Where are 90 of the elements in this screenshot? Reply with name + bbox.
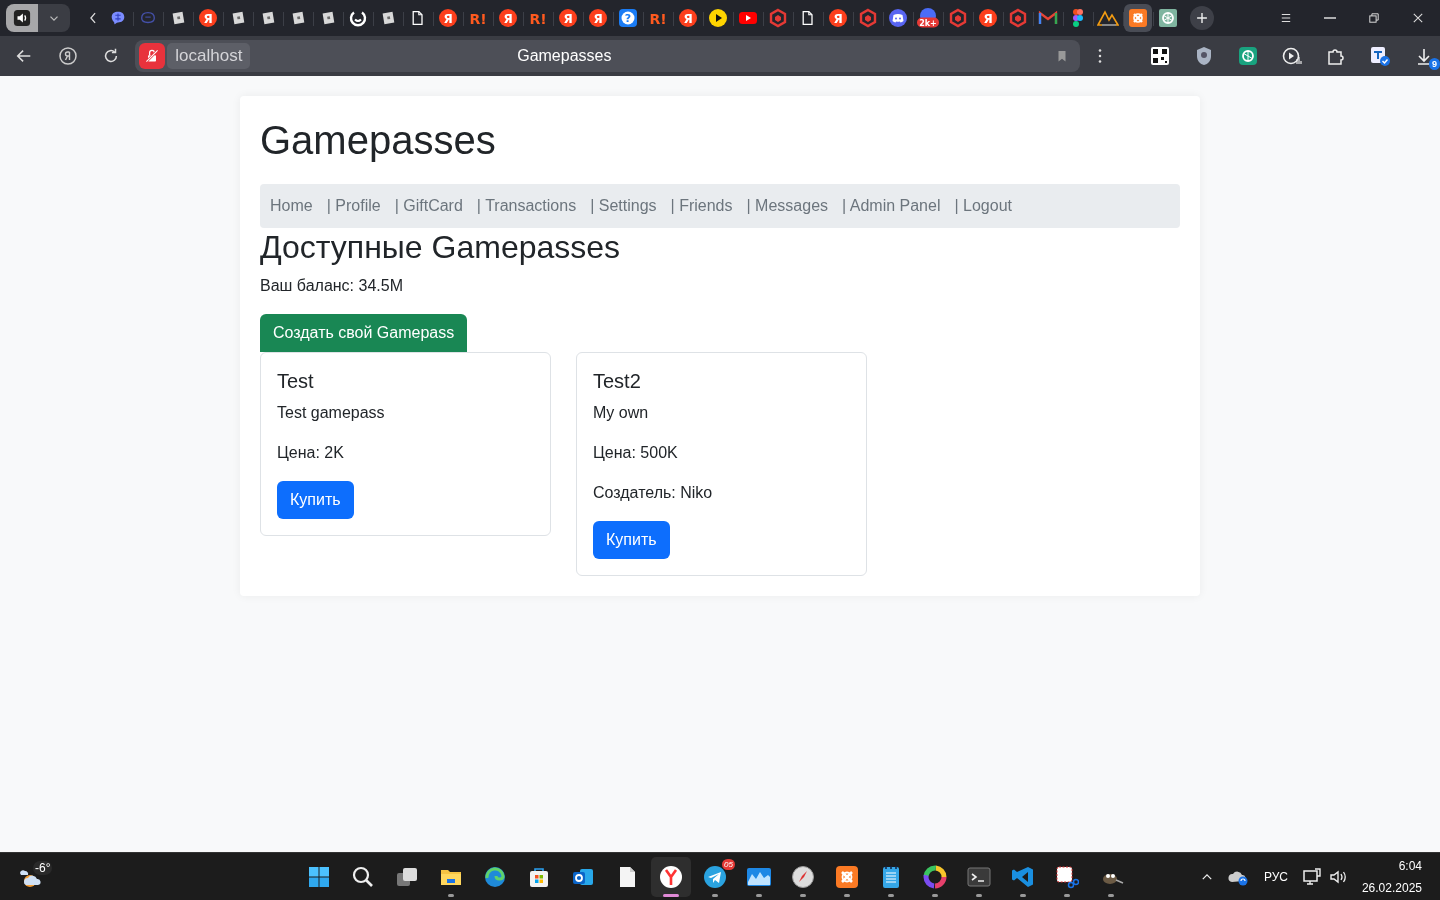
notepad-icon: [881, 865, 901, 889]
gamepass-price: Цена: 500K: [593, 443, 679, 463]
nav-link[interactable]: | Profile: [319, 197, 388, 215]
snipping-icon: [1055, 865, 1079, 889]
taskbar-app[interactable]: [651, 857, 691, 897]
menu-icon: [1279, 11, 1293, 25]
letter-circle-icon: [57, 46, 78, 66]
notification-badge: 05: [722, 859, 735, 870]
balance-text: Ваш баланс: 34.5M: [260, 276, 404, 296]
text-logo-icon: R!: [467, 9, 489, 27]
windows-logo-icon: [307, 865, 331, 889]
address-host[interactable]: localhost: [167, 43, 251, 69]
page-heading: Gamepasses: [260, 117, 497, 164]
swirl-icon: [483, 865, 507, 889]
nav-link[interactable]: | Friends: [663, 197, 740, 215]
gamepass-description: My own: [593, 403, 650, 423]
download-arrow-icon: [1416, 47, 1432, 65]
connection-button[interactable]: [139, 43, 166, 69]
nav-link[interactable]: | Admin Panel: [835, 197, 948, 215]
browser-tab[interactable]: R!: [644, 4, 672, 32]
xampp-icon: [1128, 8, 1148, 28]
plus-icon: [1195, 11, 1209, 25]
gamepass-price: Цена: 2K: [277, 443, 345, 463]
hexagon-icon: [1008, 8, 1028, 28]
qr-code-icon: [1150, 46, 1170, 66]
temperature: -6°: [33, 860, 53, 875]
text-logo-icon: R!: [527, 9, 549, 27]
nav-link[interactable]: Home: [263, 197, 320, 215]
text-logo-icon: R!: [647, 9, 669, 27]
hexagon-icon: [768, 8, 788, 28]
gamepass-name: Test: [277, 369, 315, 393]
browser-tab[interactable]: R!: [464, 4, 492, 32]
figma-icon: [1070, 8, 1086, 28]
buy-button[interactable]: Купить: [277, 481, 354, 519]
stacked-windows-icon: [395, 865, 419, 889]
document-icon: [800, 9, 816, 27]
taskbar-app[interactable]: 05: [695, 857, 735, 897]
puzzle-icon: [1326, 46, 1346, 66]
create-gamepass-button[interactable]: Создать свой Gamepass: [260, 314, 468, 352]
controller-icon: [888, 8, 908, 28]
play-bars-icon: [1282, 46, 1302, 66]
page-title: Gamepasses: [516, 47, 613, 65]
back-arrow-icon: [14, 47, 33, 65]
play-icon: [708, 8, 728, 28]
hexagon-icon: [948, 8, 968, 28]
new-tab-button[interactable]: [1190, 6, 1214, 30]
code-editor-icon: [1011, 865, 1035, 889]
browser-logo-icon: [658, 864, 684, 890]
nav-link[interactable]: | GiftCard: [387, 197, 470, 215]
kebab-icon: [1097, 47, 1104, 65]
weather-widget[interactable]: -6°: [18, 858, 58, 895]
translate-icon: [1369, 45, 1391, 67]
gamepass-creator: Создатель: Niko: [593, 483, 714, 503]
paper-plane-icon: [703, 865, 727, 889]
color-ring-icon: [923, 865, 947, 889]
minimize-icon: [1323, 17, 1337, 19]
clock-date: 26.02.2025: [1361, 879, 1422, 896]
browser-tab[interactable]: [1124, 4, 1152, 32]
wave-chart-icon: [746, 866, 772, 888]
clock-time: 6:04: [1398, 857, 1422, 874]
gamepass-description: Test gamepass: [277, 403, 386, 423]
compass-icon: [791, 865, 815, 889]
sound-button[interactable]: [6, 4, 38, 32]
terminal-icon: [967, 866, 991, 888]
gamepass-name: Test2: [593, 369, 642, 393]
restore-icon: [1367, 11, 1381, 25]
section-heading: Доступные Gamepasses: [260, 228, 622, 266]
monitor-network-icon: [1301, 866, 1322, 887]
close-icon: [1411, 11, 1425, 25]
clock-button[interactable]: 6:04 26.02.2025: [1357, 856, 1426, 897]
browser-tab[interactable]: R!: [524, 4, 552, 32]
nav-link[interactable]: | Settings: [583, 197, 664, 215]
download-count-badge: 9: [1429, 58, 1440, 70]
shopping-bag-icon: [527, 865, 551, 889]
speaker-icon: [13, 9, 31, 27]
nav-link[interactable]: | Messages: [739, 197, 836, 215]
nav-link[interactable]: | Logout: [947, 197, 1019, 215]
downloads-button[interactable]: 9: [1408, 40, 1440, 72]
search-icon: [351, 865, 375, 889]
language-indicator[interactable]: РУС: [1259, 856, 1292, 897]
shield-icon: [1195, 46, 1213, 66]
xampp-icon: [835, 865, 859, 889]
hexagon-icon: [858, 8, 878, 28]
buy-button[interactable]: Купить: [593, 521, 670, 559]
document-icon: [410, 9, 426, 27]
knot-icon: [1158, 8, 1178, 28]
crossed-lock-icon: [144, 48, 161, 64]
nav-link[interactable]: | Transactions: [469, 197, 584, 215]
mountains-icon: [1097, 9, 1119, 27]
knot-icon: [1238, 46, 1258, 66]
